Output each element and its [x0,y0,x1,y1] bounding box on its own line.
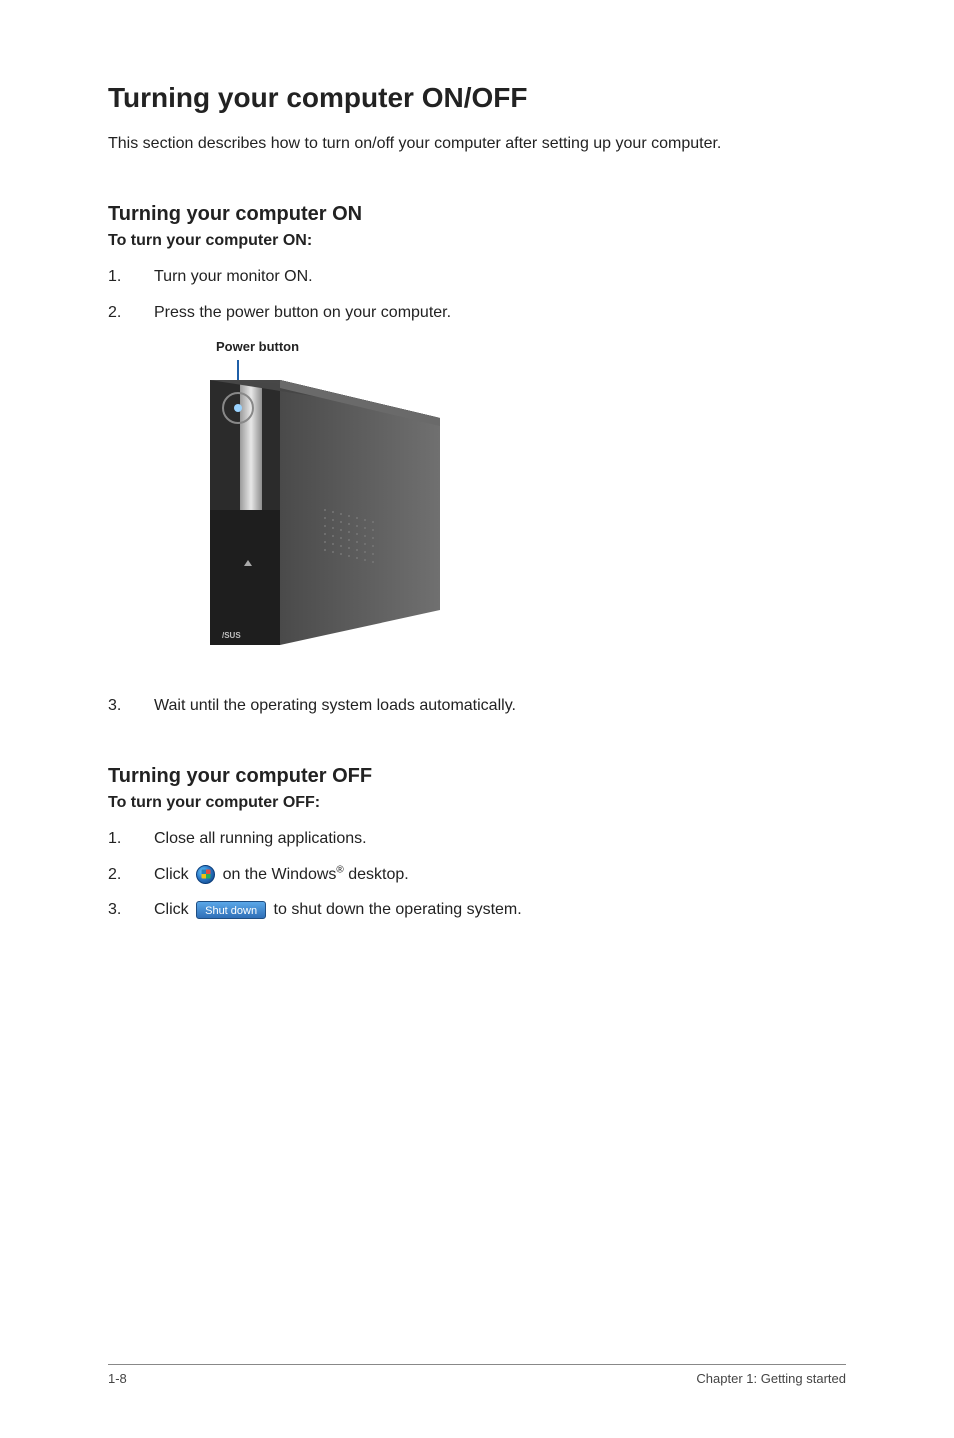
step-number: 1. [108,826,154,852]
step-number: 2. [108,300,154,326]
step-number: 1. [108,264,154,290]
list-item: 3. Wait until the operating system loads… [108,693,846,719]
section-off: Turning your computer OFF To turn your c… [108,765,846,923]
svg-text:/SUS: /SUS [222,631,241,640]
step-text-after-b: desktop. [344,866,409,883]
step-text: Wait until the operating system loads au… [154,693,846,719]
page-footer: 1-8 Chapter 1: Getting started [108,1364,846,1386]
step-text-after-a: on the Windows [223,866,337,883]
step-text-after: to shut down the operating system. [274,901,522,918]
page-root: Turning your computer ON/OFF This sectio… [0,0,954,1438]
step-text: Click on the Windows® desktop. [154,862,846,888]
shut-down-button-icon: Shut down [196,901,266,919]
list-item: 1. Close all running applications. [108,826,846,852]
step-text: Click Shut down to shut down the operati… [154,897,846,923]
footer-page-number: 1-8 [108,1371,127,1386]
power-button-label: Power button [216,339,846,354]
off-steps-list: 1. Close all running applications. 2. Cl… [108,826,846,923]
list-item: 2. Click on the Windows® desktop. [108,862,846,888]
section-off-subheading: To turn your computer OFF: [108,794,846,812]
list-item: 1. Turn your monitor ON. [108,264,846,290]
step-text-before: Click [154,901,193,918]
step-text: Turn your monitor ON. [154,264,846,290]
step-text: Press the power button on your computer. [154,300,846,326]
footer-chapter: Chapter 1: Getting started [696,1371,846,1386]
list-item: 3. Click Shut down to shut down the oper… [108,897,846,923]
page-title: Turning your computer ON/OFF [108,82,846,114]
start-orb-icon [196,865,215,884]
on-steps-list: 1. Turn your monitor ON. 2. Press the po… [108,264,846,325]
list-item: 2. Press the power button on your comput… [108,300,846,326]
section-on-heading: Turning your computer ON [108,203,846,226]
step-number: 3. [108,897,154,923]
computer-illustration: /SUS [200,360,460,660]
registered-mark: ® [336,864,343,875]
shut-down-label: Shut down [196,901,266,919]
on-steps-list-cont: 3. Wait until the operating system loads… [108,693,846,719]
figure-block: Power button [200,339,846,665]
step-number: 2. [108,862,154,888]
step-number: 3. [108,693,154,719]
section-on-subheading: To turn your computer ON: [108,232,846,250]
intro-paragraph: This section describes how to turn on/of… [108,132,846,155]
step-text: Close all running applications. [154,826,846,852]
step-text-before: Click [154,866,193,883]
section-off-heading: Turning your computer OFF [108,765,846,788]
